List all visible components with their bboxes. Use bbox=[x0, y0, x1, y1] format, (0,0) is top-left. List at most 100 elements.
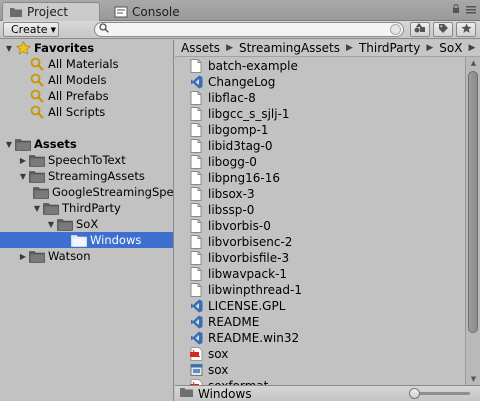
search-icon bbox=[29, 105, 45, 119]
scrollbar-thumb[interactable] bbox=[468, 71, 478, 333]
breadcrumb-item[interactable]: SoX bbox=[439, 41, 462, 55]
folder-icon bbox=[29, 249, 45, 263]
list-item[interactable]: LICENSE.GPL bbox=[189, 298, 285, 314]
document-icon bbox=[189, 171, 203, 185]
list-item[interactable]: libflac-8 bbox=[189, 90, 256, 106]
search-box bbox=[94, 22, 404, 37]
zoom-slider[interactable] bbox=[409, 388, 470, 399]
tree-item[interactable]: All Prefabs bbox=[0, 88, 173, 104]
list-item[interactable]: libogg-0 bbox=[189, 154, 257, 170]
list-item[interactable]: libgomp-1 bbox=[189, 122, 269, 138]
list-item[interactable]: batch-example bbox=[189, 58, 298, 74]
tree-item-label: All Prefabs bbox=[48, 89, 109, 103]
file-name: libogg-0 bbox=[208, 155, 257, 169]
breadcrumb-item[interactable]: ThirdParty bbox=[359, 41, 420, 55]
scroll-up-icon[interactable]: ▲ bbox=[469, 59, 478, 67]
tree-item-label: Favorites bbox=[34, 41, 95, 55]
file-name: libflac-8 bbox=[208, 91, 256, 105]
list-item[interactable]: libpng16-16 bbox=[189, 170, 280, 186]
breadcrumb-item[interactable]: StreamingAssets bbox=[239, 41, 340, 55]
file-name: ChangeLog bbox=[208, 75, 276, 89]
search-input[interactable] bbox=[109, 23, 390, 36]
tree-item[interactable]: ▼ Assets bbox=[0, 136, 173, 152]
list-item[interactable]: libvorbis-0 bbox=[189, 218, 271, 234]
list-item[interactable]: README bbox=[189, 314, 259, 330]
tab-console[interactable]: Console bbox=[108, 2, 208, 21]
clear-search-icon[interactable] bbox=[390, 24, 401, 35]
file-name: libpng16-16 bbox=[208, 171, 280, 185]
file-name: libvorbisfile-3 bbox=[208, 251, 290, 265]
expanded-arrow-icon[interactable]: ▼ bbox=[46, 219, 56, 229]
search-icon bbox=[29, 57, 45, 71]
list-item[interactable]: libsox-3 bbox=[189, 186, 255, 202]
menu-icon[interactable] bbox=[466, 4, 476, 17]
tree-item[interactable]: All Materials bbox=[0, 56, 173, 72]
tree-item[interactable]: ▼ SoX bbox=[0, 216, 173, 232]
tree-item[interactable]: ▼ ThirdParty bbox=[0, 200, 173, 216]
file-name: libgomp-1 bbox=[208, 123, 269, 137]
folder-icon bbox=[57, 217, 73, 231]
folder-icon bbox=[29, 153, 45, 167]
scroll-down-icon[interactable]: ▼ bbox=[469, 375, 478, 383]
lock-icon[interactable] bbox=[452, 4, 460, 17]
list-item[interactable]: sox bbox=[189, 362, 228, 378]
tree-item[interactable]: ▶ SpeechToText bbox=[0, 152, 173, 168]
tab-project[interactable]: Project bbox=[2, 2, 100, 21]
list-item[interactable]: sox bbox=[189, 346, 228, 362]
vs-icon bbox=[189, 75, 203, 89]
create-button[interactable]: Create ▼ bbox=[3, 22, 59, 37]
tree-item-label: GoogleStreamingSpeechToText bbox=[52, 185, 174, 199]
filter-by-label-button[interactable] bbox=[433, 22, 453, 37]
tree-item[interactable]: All Models bbox=[0, 72, 173, 88]
file-name: libsox-3 bbox=[208, 187, 255, 201]
file-name: libssp-0 bbox=[208, 203, 255, 217]
collapsed-arrow-icon[interactable]: ▶ bbox=[18, 251, 28, 261]
collapsed-arrow-icon[interactable]: ▶ bbox=[18, 155, 28, 165]
tree-item[interactable]: ▶ Watson bbox=[0, 248, 173, 264]
filter-by-type-button[interactable] bbox=[410, 22, 430, 37]
toolbar: Create ▼ bbox=[0, 21, 480, 39]
tree-item-label: Watson bbox=[48, 249, 91, 263]
list-item[interactable]: README.win32 bbox=[189, 330, 299, 346]
status-bar: Windows bbox=[175, 385, 480, 401]
list-item[interactable]: libvorbisenc-2 bbox=[189, 234, 292, 250]
expanded-arrow-icon[interactable]: ▼ bbox=[32, 203, 42, 213]
list-item[interactable]: ChangeLog bbox=[189, 74, 275, 90]
expanded-arrow-icon[interactable]: ▼ bbox=[4, 139, 14, 149]
expanded-arrow-icon[interactable]: ▼ bbox=[4, 43, 14, 53]
list-item[interactable]: libssp-0 bbox=[189, 202, 254, 218]
list-item[interactable]: libvorbisfile-3 bbox=[189, 250, 289, 266]
tree-item[interactable]: GoogleStreamingSpeechToText bbox=[0, 184, 174, 200]
saved-search-button[interactable] bbox=[456, 22, 476, 37]
list-item[interactable]: soxformat bbox=[189, 378, 268, 385]
list-item[interactable]: libwavpack-1 bbox=[189, 266, 287, 282]
tree-item[interactable]: Windows bbox=[0, 232, 173, 248]
breadcrumb-separator-icon: ▶ bbox=[346, 43, 353, 53]
file-list-scrollbar[interactable]: ▲ ▼ bbox=[465, 57, 480, 385]
zoom-slider-knob[interactable] bbox=[409, 388, 420, 399]
folder-icon bbox=[29, 169, 45, 183]
breadcrumb-item[interactable]: Assets bbox=[181, 41, 220, 55]
file-name: libwinpthread-1 bbox=[208, 283, 302, 297]
filter-tools bbox=[410, 22, 476, 37]
folder-icon bbox=[179, 386, 194, 401]
document-icon bbox=[189, 155, 203, 169]
file-name: libvorbis-0 bbox=[208, 219, 271, 233]
list-item[interactable]: libwinpthread-1 bbox=[189, 282, 302, 298]
tree-item[interactable]: ▼ Favorites bbox=[0, 40, 173, 56]
folder-icon bbox=[71, 233, 87, 247]
tree-item-label: All Materials bbox=[48, 57, 119, 71]
document-icon bbox=[189, 59, 203, 73]
list-item[interactable]: libgcc_s_sjlj-1 bbox=[189, 106, 290, 122]
search-icon bbox=[99, 23, 109, 36]
expanded-arrow-icon[interactable]: ▼ bbox=[18, 171, 28, 181]
file-name: batch-example bbox=[208, 59, 298, 73]
list-item[interactable]: libid3tag-0 bbox=[189, 138, 273, 154]
document-icon bbox=[189, 219, 203, 233]
pdf-icon bbox=[189, 347, 203, 361]
tree-item[interactable]: ▼ StreamingAssets bbox=[0, 168, 173, 184]
tree-item[interactable]: All Scripts bbox=[0, 104, 173, 120]
breadcrumb: Assets▶StreamingAssets▶ThirdParty▶SoX▶Wi… bbox=[175, 40, 480, 57]
